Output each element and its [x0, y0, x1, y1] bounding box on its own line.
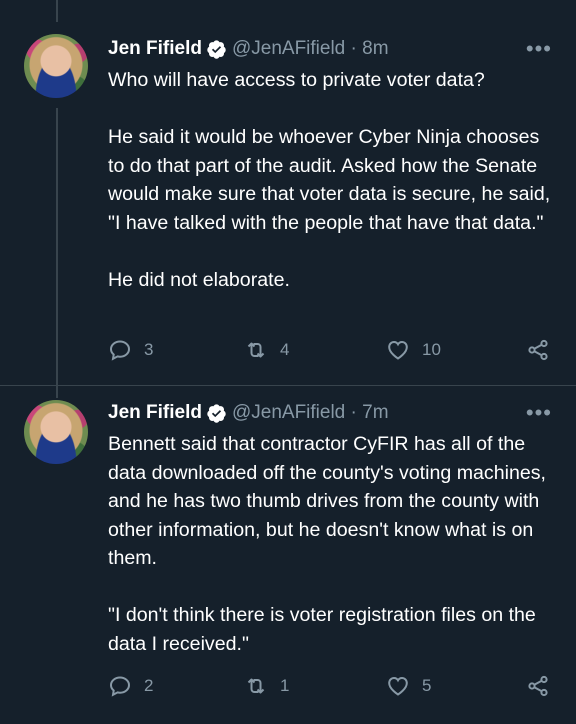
- timestamp[interactable]: 7m: [362, 402, 388, 424]
- retweet-icon: [247, 678, 265, 694]
- heart-icon: [388, 340, 408, 360]
- author-handle[interactable]: @JenAFifield: [232, 38, 345, 60]
- heart-icon: [388, 676, 408, 696]
- separator-dot: ·: [345, 38, 363, 59]
- retweet-icon: [247, 342, 265, 358]
- reply-count: 2: [144, 676, 154, 695]
- timestamp[interactable]: 8m: [362, 38, 388, 60]
- more-options-icon[interactable]: •••: [526, 402, 552, 424]
- verified-badge-icon: [207, 39, 226, 59]
- tweet-header: Jen Fifield @JenAFifield · 7m: [108, 400, 556, 426]
- share-button[interactable]: [526, 338, 550, 362]
- author-name[interactable]: Jen Fifield: [108, 402, 202, 424]
- avatar[interactable]: [24, 400, 88, 464]
- tweet[interactable]: Jen Fifield @JenAFifield · 8m ••• Who wi…: [0, 0, 576, 398]
- tweet-actions: 3 4 10: [108, 338, 556, 366]
- reply-button[interactable]: 2: [108, 674, 153, 698]
- share-icon: [528, 675, 548, 697]
- tweet-header: Jen Fifield @JenAFifield · 8m: [108, 36, 556, 62]
- more-options-icon[interactable]: •••: [526, 38, 552, 60]
- retweet-count: 4: [280, 340, 290, 359]
- tweet-paragraph: Who will have access to private voter da…: [108, 69, 485, 91]
- thread-connector-line: [56, 108, 58, 398]
- like-count: 10: [422, 340, 441, 359]
- tweet-paragraph: "I don't think there is voter registrati…: [108, 604, 536, 655]
- tweet-paragraph: Bennett said that contractor CyFIR has a…: [108, 433, 546, 569]
- avatar[interactable]: [24, 34, 88, 98]
- tweet-actions: 2 1 5: [108, 674, 556, 702]
- like-button[interactable]: 5: [386, 674, 431, 698]
- reply-button[interactable]: 3: [108, 338, 153, 362]
- reply-count: 3: [144, 340, 154, 359]
- tweet-text: Who will have access to private voter da…: [108, 66, 558, 294]
- tweet[interactable]: Jen Fifield @JenAFifield · 7m ••• Bennet…: [0, 385, 576, 724]
- author-handle[interactable]: @JenAFifield: [232, 402, 345, 424]
- separator-dot: ·: [345, 402, 363, 423]
- retweet-button[interactable]: 1: [244, 674, 289, 698]
- share-icon: [528, 339, 548, 361]
- reply-icon: [109, 340, 131, 361]
- tweet-paragraph: He said it would be whoever Cyber Ninja …: [108, 126, 551, 234]
- verified-badge-icon: [207, 403, 226, 423]
- retweet-count: 1: [280, 676, 290, 695]
- tweet-paragraph: He did not elaborate.: [108, 268, 290, 291]
- like-button[interactable]: 10: [386, 338, 441, 362]
- like-count: 5: [422, 676, 432, 695]
- reply-icon: [109, 676, 131, 697]
- author-name[interactable]: Jen Fifield: [108, 38, 202, 60]
- share-button[interactable]: [526, 674, 550, 698]
- retweet-button[interactable]: 4: [244, 338, 289, 362]
- tweet-text: Bennett said that contractor CyFIR has a…: [108, 430, 558, 658]
